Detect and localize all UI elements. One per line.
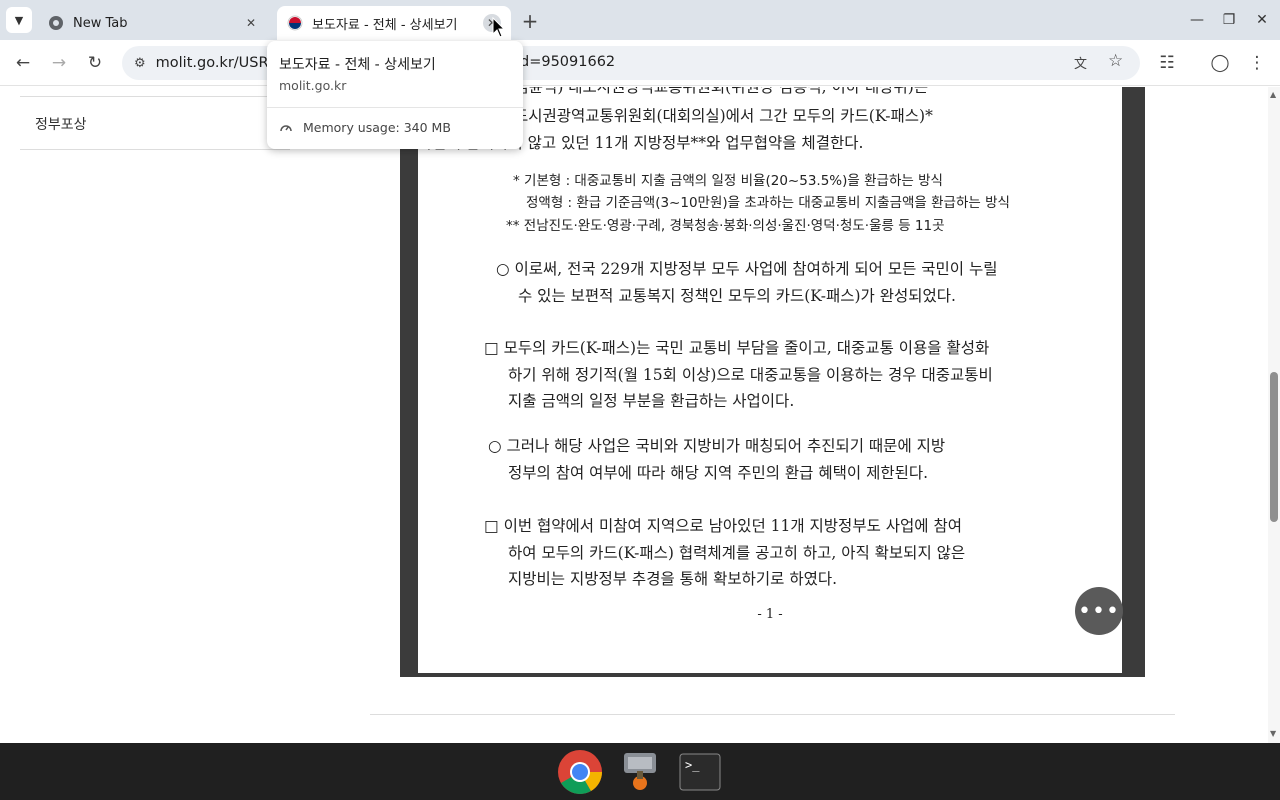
- tab-hover-card: 보도자료 - 전체 - 상세보기 molit.go.kr Memory usag…: [267, 41, 523, 149]
- url-text-tail: d=95091662: [520, 54, 616, 70]
- tab-title: 보도자료 - 전체 - 상세보기: [312, 17, 458, 33]
- forward-button[interactable]: →: [46, 50, 72, 76]
- sidebar-divider: [20, 96, 290, 97]
- hover-card-title: 보도자료 - 전체 - 상세보기: [279, 57, 436, 73]
- doc-line: ○ 이로써, 전국 229개 지방정부 모두 사업에 참여하게 되어 모든 국민…: [496, 260, 998, 278]
- menu-icon[interactable]: ⋮: [1244, 50, 1270, 76]
- doc-line: 정부의 참여 여부에 따라 해당 지역 주민의 환급 혜택이 제한된다.: [508, 464, 929, 482]
- sidebar-divider: [20, 149, 290, 150]
- browser-toolbar: ← → ↻ ⚙ molit.go.kr/USR d=95091662 文 ☆ ☷…: [0, 40, 1280, 86]
- doc-line: 수 있는 보편적 교통복지 정책인 모두의 카드(K-패스)가 완성되었다.: [518, 287, 956, 305]
- svg-text:>_: >_: [685, 758, 700, 772]
- chrome-app-icon[interactable]: [556, 748, 604, 796]
- doc-line: □ 이번 협약에서 미참여 지역으로 남아있던 11개 지방정부도 사업에 참여: [484, 517, 962, 535]
- doc-line: ○ 그러나 해당 사업은 국비와 지방비가 매칭되어 추진되기 때문에 지방: [488, 437, 946, 455]
- back-button[interactable]: ←: [10, 50, 36, 76]
- doc-line: 하기 위해 정기적(월 15회 이상)으로 대중교통을 이용하는 경우 대중교통…: [508, 366, 993, 384]
- hover-card-domain: molit.go.kr: [279, 78, 347, 93]
- tab-title: New Tab: [73, 15, 128, 31]
- scroll-down-icon[interactable]: ▼: [1270, 729, 1276, 738]
- maximize-button[interactable]: ❐: [1219, 10, 1239, 30]
- extensions-icon[interactable]: ☷: [1154, 50, 1180, 76]
- document-viewer[interactable]: 토교통부(장관 김윤덕) 대도시권광역교통위원회(위원장 김용석, 이하 대광위…: [400, 87, 1145, 677]
- more-options-button[interactable]: •••: [1075, 587, 1123, 635]
- tab-strip: ▼ New Tab ✕ 보도자료 - 전체 - 상세보기 ✕ + — ❐ ✕: [0, 0, 1280, 40]
- bookmark-star-icon[interactable]: ☆: [1108, 51, 1123, 71]
- profile-icon[interactable]: ◯: [1207, 50, 1233, 76]
- launcher-app-icon[interactable]: [616, 748, 664, 796]
- doc-line: □ 모두의 카드(K-패스)는 국민 교통비 부담을 줄이고, 대중교통 이용을…: [484, 339, 990, 357]
- scrollbar-thumb[interactable]: [1270, 372, 1278, 522]
- page-scrollbar[interactable]: ▲ ▼: [1268, 87, 1280, 743]
- doc-footnote: * 기본형 : 대중교통비 지출 금액의 일정 비율(20~53.5%)을 환급…: [513, 173, 943, 189]
- tab-search-button[interactable]: ▼: [6, 7, 32, 33]
- mouse-cursor-icon: [492, 17, 506, 38]
- content-divider: [370, 714, 1175, 715]
- new-tab-button[interactable]: +: [518, 9, 542, 33]
- close-window-button[interactable]: ✕: [1252, 10, 1272, 30]
- chevron-down-icon: ▼: [14, 13, 24, 27]
- gauge-icon: [280, 124, 292, 131]
- doc-line: 지출 금액의 일정 부분을 환급하는 사업이다.: [508, 392, 795, 410]
- doc-footnote: 정액형 : 환급 기준금액(3~10만원)을 초과하는 대중교통비 지출금액을 …: [526, 195, 1010, 211]
- doc-line: 지방비는 지방정부 추경을 통해 확보하기로 하였다.: [508, 570, 838, 588]
- close-icon[interactable]: ✕: [242, 14, 260, 32]
- doc-line: 하여 모두의 카드(K-패스) 협력체계를 공고히 하고, 아직 확보되지 않은: [508, 544, 966, 562]
- doc-footnote: ** 전남진도·완도·영광·구례, 경북청송·봉화·의성·울진·영덕·청도·울릉…: [506, 218, 945, 234]
- document-page: 토교통부(장관 김윤덕) 대도시권광역교통위원회(위원장 김용석, 이하 대광위…: [418, 87, 1122, 673]
- page-content: 정부포상 토교통부(장관 김윤덕) 대도시권광역교통위원회(위원장 김용석, 이…: [0, 87, 1268, 743]
- hover-card-memory: Memory usage: 340 MB: [279, 120, 451, 135]
- korea-gov-icon: [287, 15, 303, 31]
- memory-usage-text: Memory usage: 340 MB: [303, 120, 451, 135]
- tab-press-release[interactable]: 보도자료 - 전체 - 상세보기 ✕: [277, 6, 511, 40]
- reload-button[interactable]: ↻: [82, 50, 108, 76]
- url-text: molit.go.kr/USR: [155, 55, 269, 71]
- tab-new-tab[interactable]: New Tab ✕: [38, 6, 270, 40]
- terminal-app-icon[interactable]: >_: [676, 748, 724, 796]
- site-info-icon[interactable]: ⚙: [134, 56, 146, 71]
- chrome-icon: [49, 16, 63, 30]
- translate-icon[interactable]: 文: [1074, 53, 1087, 72]
- scroll-up-icon[interactable]: ▲: [1270, 90, 1276, 99]
- os-taskbar: >_: [0, 743, 1280, 800]
- page-number: - 1 -: [757, 607, 783, 622]
- sidebar-item-government-award[interactable]: 정부포상: [35, 114, 87, 134]
- hover-card-divider: [267, 107, 523, 108]
- minimize-button[interactable]: —: [1187, 10, 1207, 30]
